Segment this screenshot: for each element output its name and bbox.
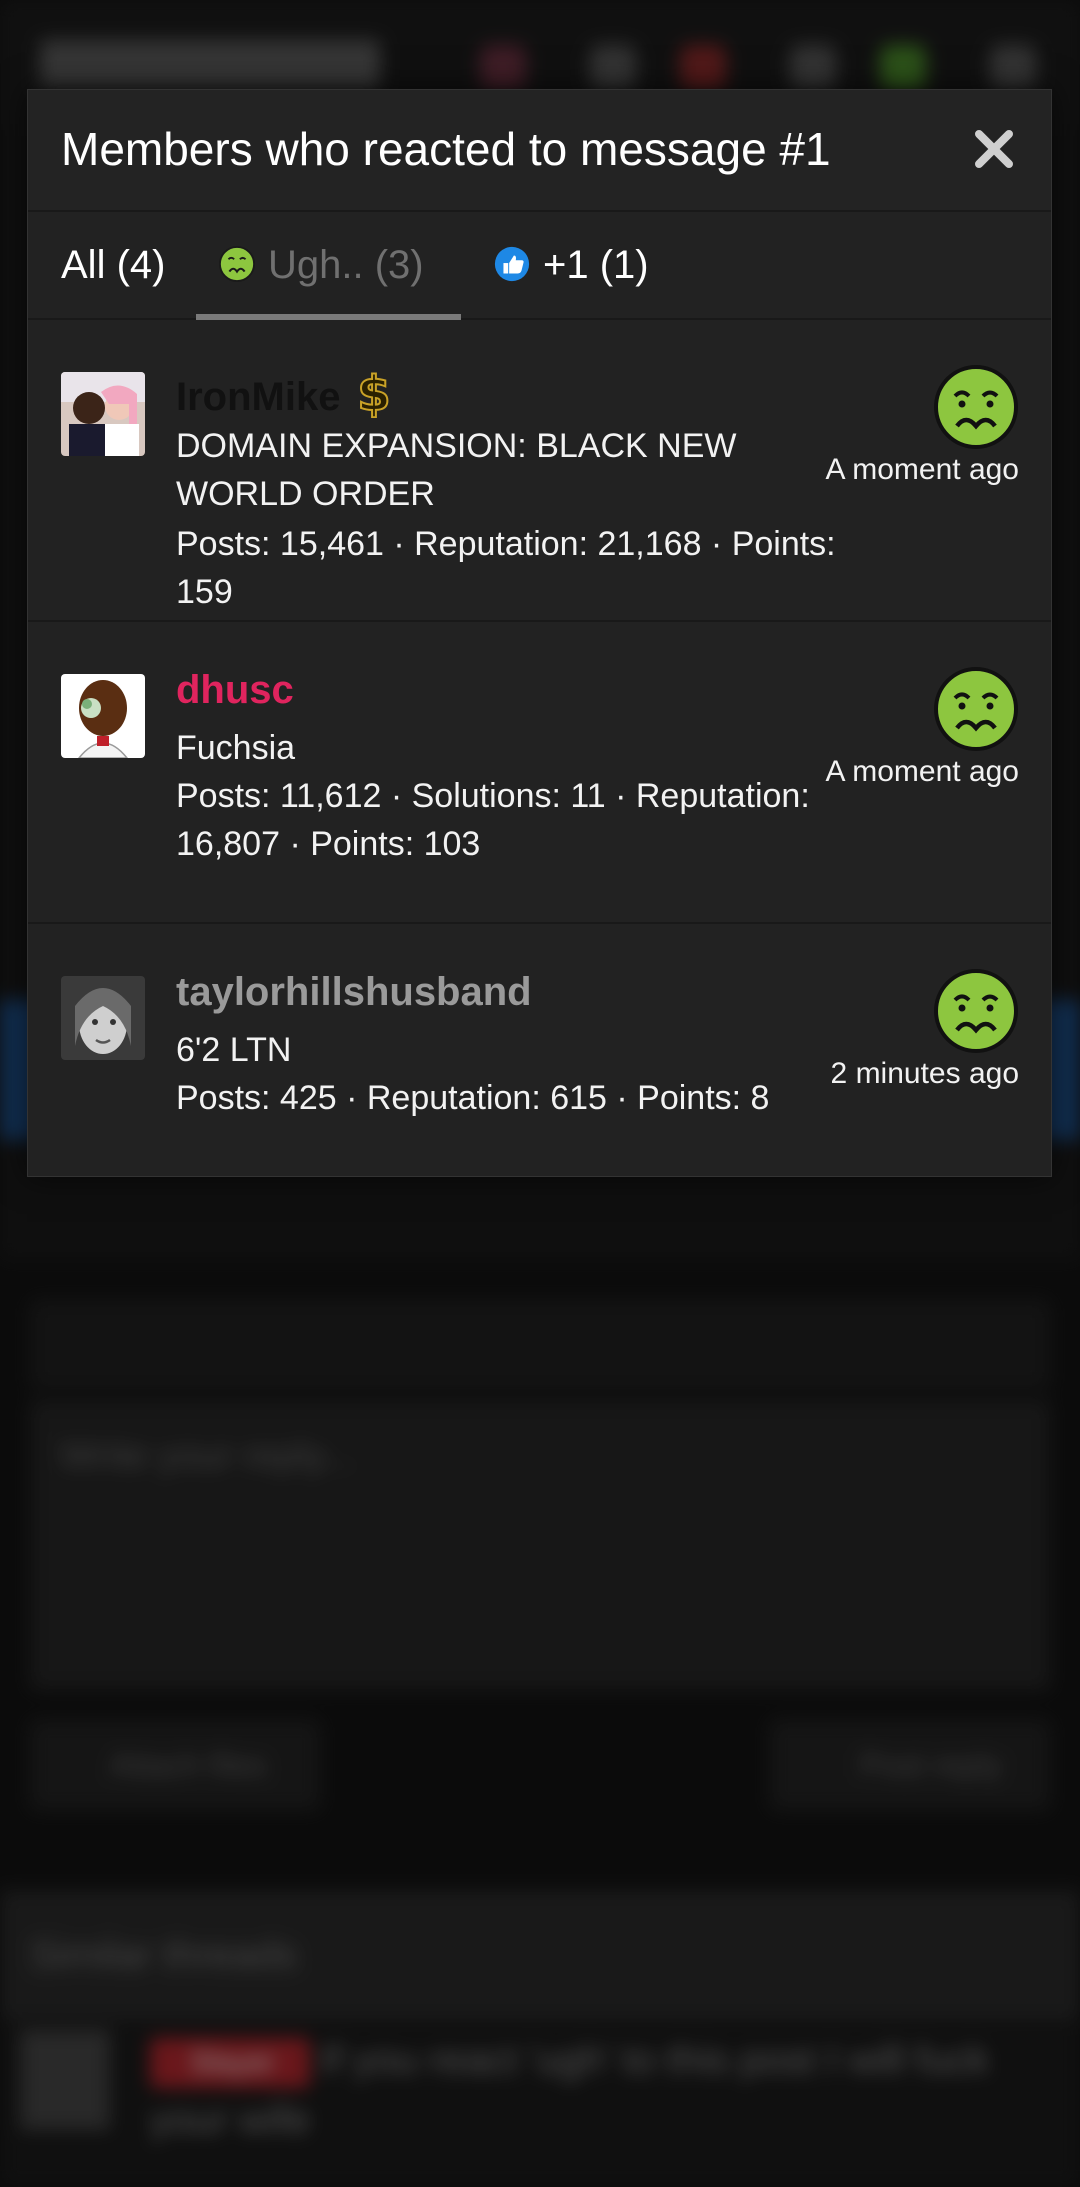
svg-text:$: $ — [358, 366, 391, 418]
nauseated-face-icon — [934, 667, 1018, 751]
avatar-image — [61, 372, 145, 456]
username[interactable]: dhusc — [176, 668, 294, 713]
dollar-icon: $ — [357, 366, 392, 418]
reaction-time: 2 minutes ago — [830, 1057, 1019, 1090]
reaction-time: A moment ago — [825, 453, 1019, 486]
user-title: Fuchsia — [176, 729, 296, 767]
username-text: IronMike — [176, 375, 341, 419]
member-row: dhusc Fuchsia Posts: 11,612 · Solutions:… — [28, 622, 1051, 924]
nauseated-face-icon — [934, 969, 1018, 1053]
modal-title: Members who reacted to message #1 — [61, 123, 831, 175]
tab-plus-one-label: +1 (1) — [543, 243, 649, 287]
member-row: taylorhillshusband 6'2 LTN Posts: 425 · … — [28, 924, 1051, 1178]
nauseated-face-icon — [934, 365, 1018, 449]
reaction-tabs: All (4) Ugh.. (3) +1 (1) — [28, 212, 1051, 320]
thumbs-up-icon — [494, 247, 530, 282]
nauseated-face-icon — [218, 246, 256, 283]
tab-ugh-label: Ugh.. (3) — [268, 243, 424, 287]
modal-header: Members who reacted to message #1 — [28, 90, 1051, 212]
tab-all[interactable]: All (4) — [61, 212, 165, 318]
tab-plus-one[interactable]: +1 (1) — [493, 212, 649, 318]
user-stats: Posts: 425 · Reputation: 615 · Points: 8 — [176, 1079, 770, 1117]
avatar[interactable] — [61, 372, 145, 456]
tab-ugh[interactable]: Ugh.. (3) — [196, 212, 461, 320]
avatar[interactable] — [61, 674, 145, 758]
reactions-modal: Members who reacted to message #1 All (4… — [27, 89, 1052, 1177]
user-title: 6'2 LTN — [176, 1031, 292, 1069]
user-stats: Posts: 15,461 · Reputation: 21,168 · Poi… — [176, 525, 836, 611]
close-icon — [975, 130, 1013, 168]
close-button[interactable] — [969, 124, 1019, 174]
reaction-time: A moment ago — [825, 755, 1019, 788]
username[interactable]: taylorhillshusband — [176, 970, 532, 1015]
avatar-image — [61, 976, 145, 1060]
username[interactable]: IronMike $ — [176, 366, 394, 420]
username-text: dhusc — [176, 668, 294, 712]
username-text: taylorhillshusband — [176, 970, 532, 1014]
tab-all-label: All (4) — [61, 243, 166, 287]
avatar-image — [61, 674, 145, 758]
user-title: DOMAIN EXPANSION: BLACK NEW WORLD ORDER — [176, 427, 737, 513]
avatar[interactable] — [61, 976, 145, 1060]
member-row: IronMike $ DOMAIN EXPANSION: BLACK NEW W… — [28, 320, 1051, 622]
user-stats: Posts: 11,612 · Solutions: 11 · Reputati… — [176, 777, 810, 863]
